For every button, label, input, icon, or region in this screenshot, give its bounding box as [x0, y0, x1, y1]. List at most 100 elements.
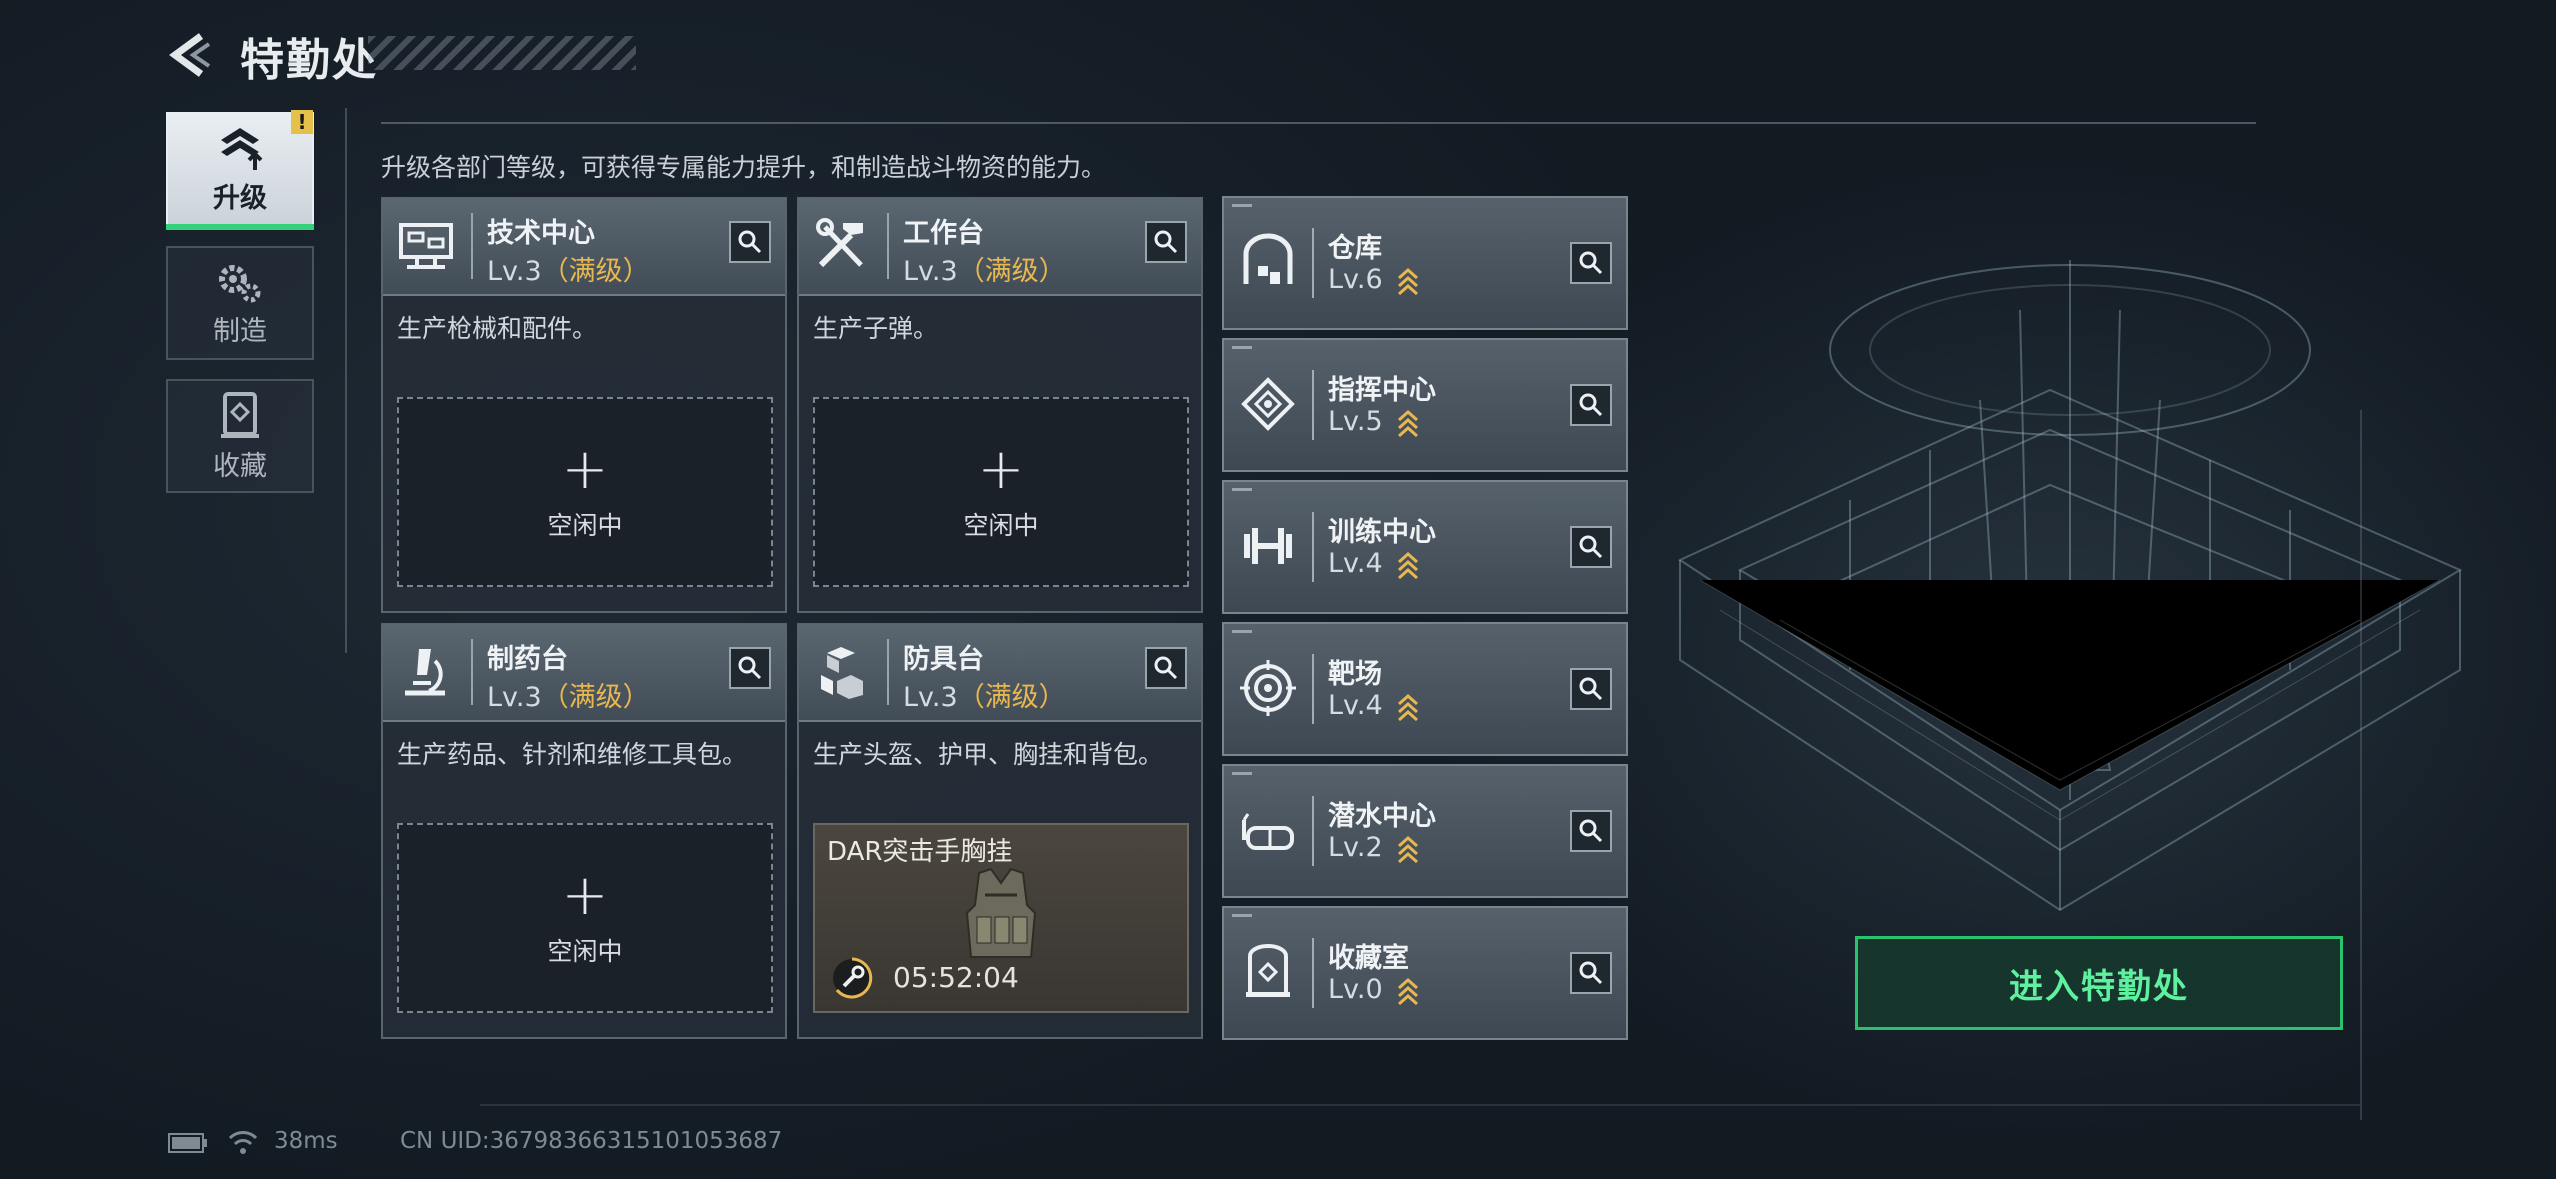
building-diving-center[interactable]: 潜水中心 Lv.2 — [1222, 764, 1628, 898]
max-level-tag: （满级） — [541, 256, 650, 287]
title-decoration — [368, 36, 636, 70]
dept-name: 工作台 — [903, 218, 984, 249]
search-button[interactable] — [1570, 242, 1612, 284]
building-warehouse[interactable]: 仓库 Lv.6 — [1222, 196, 1628, 330]
production-slot-empty[interactable]: + 空闲中 — [813, 397, 1189, 587]
search-button[interactable] — [729, 221, 771, 263]
building-command-center[interactable]: 指挥中心 Lv.5 — [1222, 338, 1628, 472]
building-level: Lv.4 — [1328, 548, 1383, 579]
upgrade-chevrons-icon — [1398, 267, 1418, 296]
display-case-icon — [221, 391, 259, 438]
upgrade-chevrons-icon — [1398, 977, 1418, 1006]
search-icon — [738, 230, 762, 254]
building-name: 训练中心 — [1328, 517, 1436, 548]
building-shooting-range[interactable]: 靶场 Lv.4 — [1222, 622, 1628, 756]
row-separator — [1312, 370, 1314, 440]
row-separator — [1312, 228, 1314, 298]
dept-description: 生产子弹。 — [813, 314, 939, 343]
dept-level: Lv.3（满级） — [487, 256, 650, 287]
nav-collection[interactable]: 收藏 — [166, 379, 314, 493]
nav-active-indicator — [166, 224, 314, 230]
warehouse-icon — [1243, 233, 1293, 284]
monitor-icon — [399, 223, 453, 269]
slot-status: 空闲中 — [963, 511, 1039, 540]
dumbbell-icon — [1244, 528, 1292, 564]
dept-card-pharmacy[interactable]: 制药台 Lv.3（满级） 生产药品、针剂和维修工具包。 + 空闲中 — [381, 623, 787, 1039]
row-separator — [1312, 938, 1314, 1008]
page-description: 升级各部门等级，可获得专属能力提升，和制造战斗物资的能力。 — [381, 153, 1107, 182]
dept-card-header: 制药台 Lv.3（满级） — [383, 625, 785, 722]
building-training-center[interactable]: 训练中心 Lv.4 — [1222, 480, 1628, 614]
bottom-divider — [480, 1104, 2360, 1106]
search-icon — [1154, 656, 1178, 680]
building-level: Lv.2 — [1328, 832, 1383, 863]
search-icon — [1579, 677, 1603, 701]
header-separator — [887, 213, 889, 279]
production-slot-active[interactable]: DAR突击手胸挂 05:52:04 — [813, 823, 1189, 1013]
search-icon — [1579, 393, 1603, 417]
command-center-icon — [1241, 377, 1295, 431]
search-button[interactable] — [1145, 647, 1187, 689]
nav-craft[interactable]: 制造 — [166, 246, 314, 360]
top-divider — [381, 122, 2256, 124]
dept-description: 生产枪械和配件。 — [397, 314, 598, 343]
dept-description: 生产头盔、护甲、胸挂和背包。 — [813, 740, 1164, 769]
dept-level: Lv.3（满级） — [903, 256, 1066, 287]
upgrade-chevrons-icon — [1398, 551, 1418, 580]
dept-card-tech-center[interactable]: 技术中心 Lv.3（满级） 生产枪械和配件。 + 空闲中 — [381, 197, 787, 613]
search-button[interactable] — [1145, 221, 1187, 263]
alert-badge: ! — [291, 110, 313, 134]
dept-card-header: 防具台 Lv.3（满级） — [799, 625, 1201, 722]
page-title: 特勤处 — [240, 35, 378, 86]
upgrade-chevrons-icon — [1398, 693, 1418, 722]
header-separator — [471, 639, 473, 705]
row-separator — [1312, 654, 1314, 724]
dept-card-header: 技术中心 Lv.3（满级） — [383, 199, 785, 296]
building-name: 靶场 — [1328, 659, 1382, 690]
boxes-icon — [821, 647, 863, 699]
user-uid: CN UID:3679836631510105368​7 — [400, 1128, 783, 1154]
building-level: Lv.4 — [1328, 690, 1383, 721]
dept-name: 技术中心 — [487, 218, 595, 249]
nav-craft-label: 制造 — [213, 315, 267, 347]
search-button[interactable] — [1570, 526, 1612, 568]
row-separator — [1312, 796, 1314, 866]
search-button[interactable] — [1570, 810, 1612, 852]
search-button[interactable] — [1570, 384, 1612, 426]
battery-icon — [168, 1133, 207, 1153]
crafting-timer: 05:52:04 — [893, 961, 1019, 994]
dept-name: 防具台 — [903, 644, 984, 675]
building-level: Lv.5 — [1328, 406, 1383, 437]
row-separator — [1312, 512, 1314, 582]
production-slot-empty[interactable]: + 空闲中 — [397, 397, 773, 587]
dept-description: 生产药品、针剂和维修工具包。 — [397, 740, 748, 769]
max-level-tag: （满级） — [957, 256, 1066, 287]
building-level: Lv.0 — [1328, 974, 1383, 1005]
dept-card-workbench[interactable]: 工作台 Lv.3（满级） 生产子弹。 + 空闲中 — [797, 197, 1203, 613]
nav-collection-label: 收藏 — [213, 450, 267, 482]
slot-status: 空闲中 — [547, 511, 623, 540]
upgrade-icon — [221, 127, 263, 170]
production-slot-empty[interactable]: + 空闲中 — [397, 823, 773, 1013]
dept-card-header: 工作台 Lv.3（满级） — [799, 199, 1201, 296]
tools-icon — [816, 218, 863, 268]
add-icon: + — [977, 437, 1025, 502]
building-level: Lv.6 — [1328, 264, 1383, 295]
wrench-timer-icon — [833, 957, 873, 999]
dept-level: Lv.3（满级） — [487, 682, 650, 713]
left-divider — [345, 108, 347, 653]
wifi-icon — [228, 1131, 258, 1154]
back-arrow-icon[interactable] — [165, 30, 215, 80]
upgrade-chevrons-icon — [1398, 835, 1418, 864]
max-level-tag: （满级） — [957, 682, 1066, 713]
ping-value: 38ms — [274, 1128, 338, 1154]
search-button[interactable] — [1570, 952, 1612, 994]
search-button[interactable] — [1570, 668, 1612, 710]
enter-special-ops-button[interactable]: 进入特勤处 — [1855, 936, 2343, 1030]
building-collection-room[interactable]: 收藏室 Lv.0 — [1222, 906, 1628, 1040]
search-button[interactable] — [729, 647, 771, 689]
microscope-icon — [405, 649, 445, 696]
dept-card-armor-bench[interactable]: 防具台 Lv.3（满级） 生产头盔、护甲、胸挂和背包。 DAR突击手胸挂 05:… — [797, 623, 1203, 1039]
base-wireframe-art — [1677, 260, 2463, 912]
search-icon — [1579, 251, 1603, 275]
